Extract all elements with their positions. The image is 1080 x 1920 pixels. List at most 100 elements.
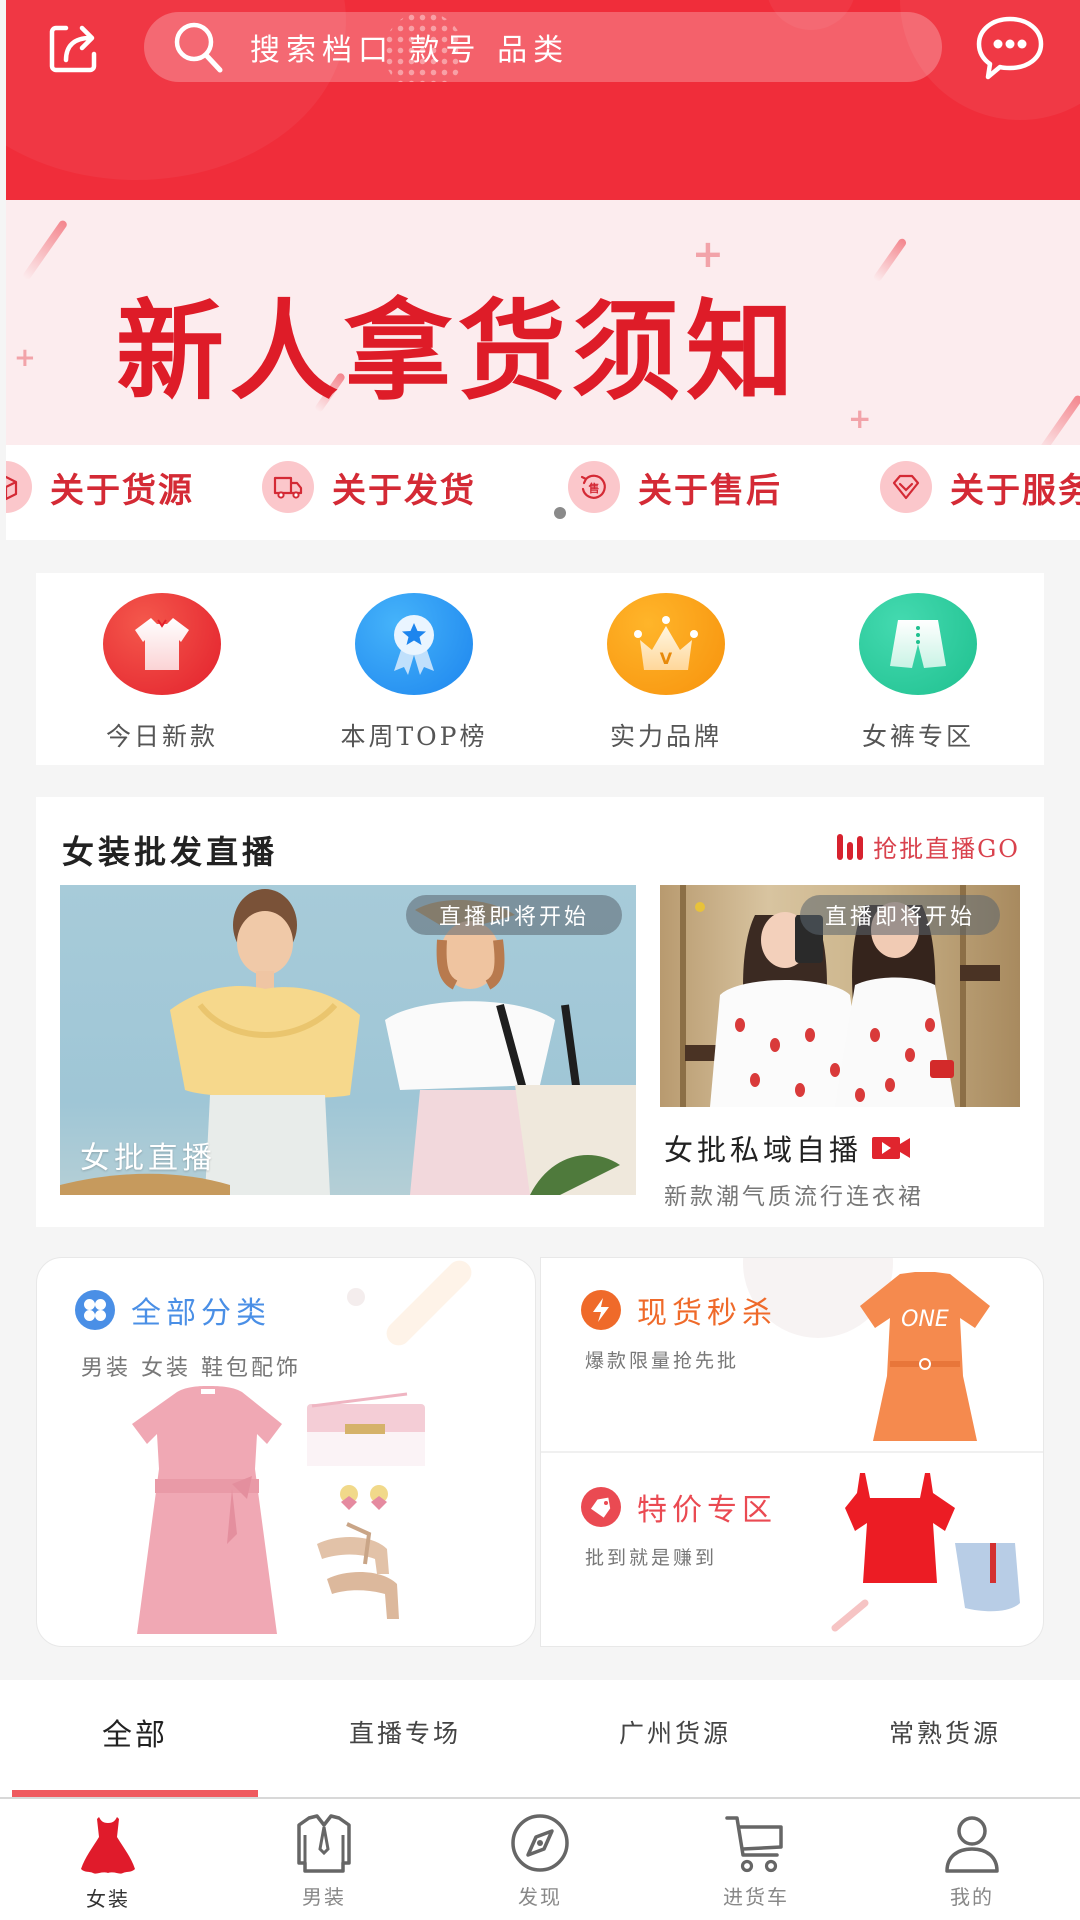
chat-bubble-icon <box>976 16 1044 80</box>
lightning-icon <box>593 1298 609 1322</box>
diamond-icon <box>892 474 920 500</box>
notice-label: 关于售后 <box>638 470 782 511</box>
card-decoration <box>381 1258 477 1351</box>
nav-label: 发现 <box>518 1885 562 1909</box>
box-icon <box>6 475 18 501</box>
banner-decoration: + <box>848 402 872 435</box>
banner-decoration <box>21 219 69 281</box>
crown-icon: V <box>634 616 698 670</box>
live-bars-icon <box>837 833 864 860</box>
tab-all[interactable]: 全部 <box>0 1680 270 1797</box>
nav-discover[interactable]: 发现 <box>432 1799 648 1920</box>
video-camera-icon <box>872 1137 911 1159</box>
after-sale-icon: 售 <box>580 474 606 499</box>
live-card-caption: 女批直播 <box>80 1141 216 1176</box>
notice-item-service[interactable]: 关于服务 <box>880 461 1080 513</box>
nav-label: 进货车 <box>723 1885 789 1909</box>
nav-label: 女装 <box>86 1887 130 1911</box>
card-description: 爆款限量抢先批 <box>585 1350 740 1372</box>
svg-text:V: V <box>660 649 673 668</box>
category-cards: 全部分类 男装 女装 鞋包配饰 现货秒杀 爆款限量抢先批 ONE 特价专区 批到… <box>36 1257 1044 1647</box>
banner-decoration <box>1036 394 1080 445</box>
notice-item-source[interactable]: 关于货源 <box>6 461 194 513</box>
card-description: 批到就是赚到 <box>585 1547 718 1569</box>
message-button[interactable] <box>970 10 1050 86</box>
card-flash-sale[interactable]: 现货秒杀 爆款限量抢先批 ONE <box>541 1258 1043 1453</box>
price-tag-icon <box>590 1497 611 1518</box>
red-top-denim-image <box>831 1473 1020 1632</box>
nav-cart[interactable]: 进货车 <box>648 1799 864 1920</box>
quick-item-weekly-top[interactable]: 本周TOP榜 <box>288 573 540 765</box>
quick-item-today-new[interactable]: 今日新款 <box>36 573 288 765</box>
truck-icon <box>273 476 303 499</box>
card-all-categories[interactable]: 全部分类 男装 女装 鞋包配饰 <box>36 1257 536 1647</box>
live-more-label: 抢批直播GO <box>873 835 1020 863</box>
banner-title: 新人拿货须知 <box>116 290 801 415</box>
promo-banner[interactable]: + + + 新人拿货须知 <box>6 200 1080 445</box>
quick-categories: 今日新款 本周TOP榜 V 实力品牌 女裤专区 <box>36 573 1044 765</box>
notice-strip: 关于货源 关于发货 售 关于售后 关于服务 <box>6 445 1080 540</box>
notice-item-after-sale[interactable]: 售 关于售后 <box>568 461 782 513</box>
outfit-product-image <box>132 1386 425 1634</box>
banner-decoration <box>872 237 908 283</box>
notice-label: 关于发货 <box>332 470 476 511</box>
tab-live-special[interactable]: 直播专场 <box>270 1680 540 1797</box>
orange-dress-image: ONE <box>860 1272 990 1441</box>
live-status-badge: 直播即将开始 <box>800 895 1000 935</box>
user-icon <box>945 1816 999 1873</box>
grid-icon <box>84 1299 106 1321</box>
search-placeholder: 搜索档口 款号 品类 <box>250 33 570 68</box>
quick-label: 女裤专区 <box>861 722 974 751</box>
award-ribbon-icon <box>394 615 434 675</box>
card-title: 全部分类 <box>131 1296 271 1331</box>
live-status-badge: 直播即将开始 <box>406 895 622 935</box>
quick-label: 本周TOP榜 <box>340 722 488 751</box>
card-description: 男装 女装 鞋包配饰 <box>81 1356 301 1381</box>
card-title: 现货秒杀 <box>637 1296 777 1331</box>
header: 搜索档口 款号 品类 <box>6 0 1080 200</box>
nav-mens[interactable]: 男装 <box>216 1799 432 1920</box>
share-button[interactable] <box>38 12 110 84</box>
banner-decoration: + <box>14 343 36 373</box>
search-icon <box>174 22 223 73</box>
notice-label: 关于服务 <box>950 470 1080 511</box>
dress-icon <box>81 1817 135 1874</box>
live-card-secondary-title[interactable]: 女批私域自播 <box>664 1127 911 1169</box>
quick-item-pants-zone[interactable]: 女裤专区 <box>792 573 1044 765</box>
home-page: 搜索档口 款号 品类 + + + 新人拿货须知 关于货源 关于发货 售 关于售后… <box>0 0 1080 1920</box>
tab-changshu-source[interactable]: 常熟货源 <box>810 1680 1080 1797</box>
notice-label: 关于货源 <box>50 470 194 511</box>
live-card-secondary-subtitle: 新款潮气质流行连衣裙 <box>664 1184 924 1210</box>
quick-label: 实力品牌 <box>609 722 722 751</box>
svg-text:售: 售 <box>588 481 600 495</box>
live-card-main[interactable]: 直播即将开始 女批直播 <box>60 885 636 1195</box>
section-title: 女装批发直播 <box>62 833 279 871</box>
live-more-link[interactable]: 抢批直播GO <box>837 829 1020 864</box>
nav-label: 男装 <box>302 1885 346 1909</box>
nav-me[interactable]: 我的 <box>864 1799 1080 1920</box>
cart-icon <box>725 1816 783 1873</box>
search-input[interactable]: 搜索档口 款号 品类 <box>144 12 942 82</box>
quick-label: 今日新款 <box>105 722 218 751</box>
compass-icon <box>511 1814 569 1872</box>
card-title: 特价专区 <box>637 1493 777 1528</box>
notice-item-shipping[interactable]: 关于发货 <box>262 461 476 513</box>
card-decoration <box>347 1288 365 1306</box>
card-right-group: 现货秒杀 爆款限量抢先批 ONE 特价专区 批到就是赚到 <box>540 1257 1044 1647</box>
tab-guangzhou-source[interactable]: 广州货源 <box>540 1680 810 1797</box>
nav-womens[interactable]: 女装 <box>0 1799 216 1920</box>
live-section: 女装批发直播 抢批直播GO 直播即将开始 女批直播 直播即将开始 女批私域自播 … <box>36 797 1044 1227</box>
card-special-price[interactable]: 特价专区 批到就是赚到 <box>541 1453 1043 1646</box>
nav-label: 我的 <box>950 1885 994 1909</box>
shorts-icon <box>890 620 946 668</box>
live-secondary-title-text: 女批私域自播 <box>664 1133 863 1167</box>
share-icon <box>49 25 97 73</box>
category-tabs: 全部 直播专场 广州货源 常熟货源 <box>0 1680 1080 1797</box>
tshirt-icon <box>135 618 189 670</box>
quick-item-strong-brands[interactable]: V 实力品牌 <box>540 573 792 765</box>
svg-text:ONE: ONE <box>901 1307 949 1332</box>
banner-page-indicator <box>554 507 566 519</box>
live-card-secondary-image[interactable]: 直播即将开始 <box>660 885 1020 1107</box>
shirt-tie-icon <box>297 1814 351 1873</box>
bottom-nav: 女装 男装 发现 进货车 我的 <box>0 1797 1080 1920</box>
